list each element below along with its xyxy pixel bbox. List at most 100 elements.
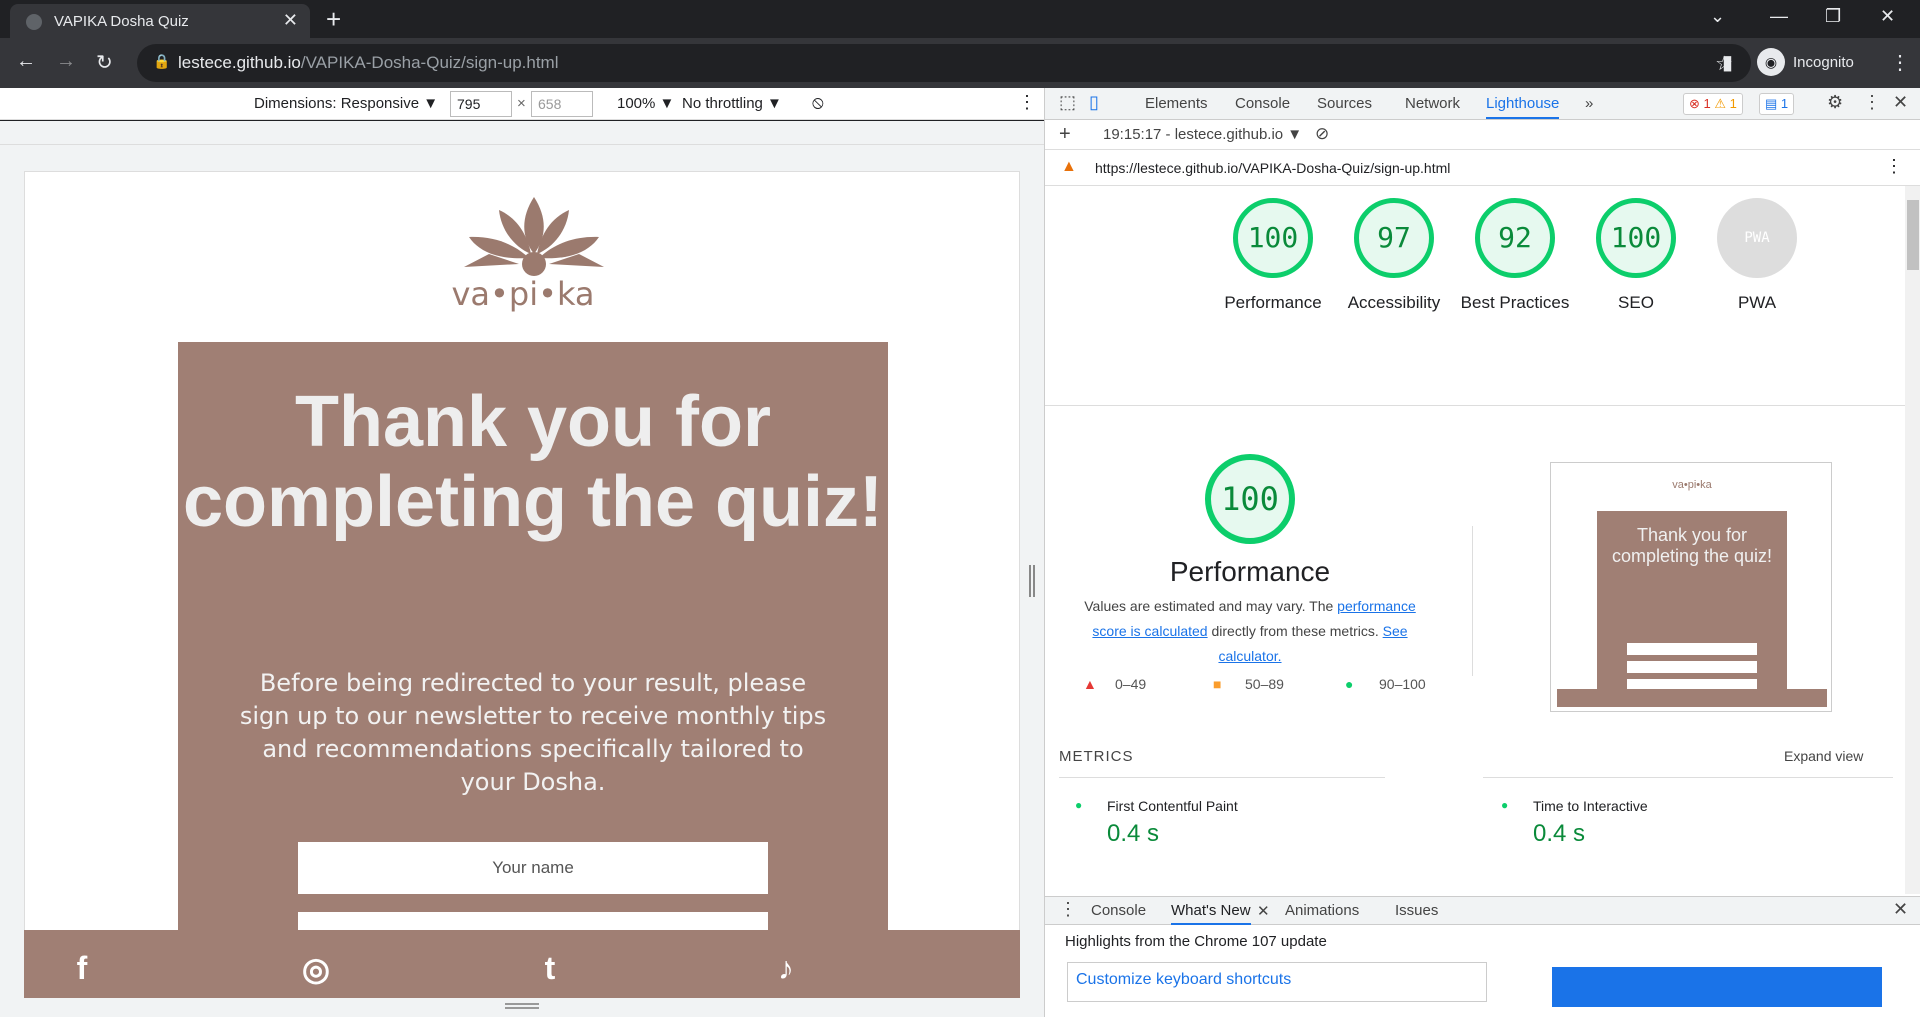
- more-tabs-icon[interactable]: »: [1585, 95, 1593, 112]
- thumb-card: Thank you for completing the quiz!: [1597, 511, 1787, 691]
- close-tab-icon[interactable]: ✕: [283, 10, 298, 31]
- pass-icon: ●: [1501, 798, 1509, 812]
- gauge-accessibility[interactable]: 97 Accessibility: [1334, 198, 1454, 315]
- divider: [1472, 526, 1473, 676]
- new-tab-icon[interactable]: +: [326, 4, 341, 35]
- browser-tab[interactable]: VAPIKA Dosha Quiz ✕: [10, 4, 310, 38]
- width-resize-handle[interactable]: [1029, 565, 1035, 597]
- url-path: /VAPIKA-Dosha-Quiz/sign-up.html: [300, 53, 559, 72]
- zoom-select[interactable]: 100% ▼: [617, 95, 674, 112]
- gauge-performance[interactable]: 100 Performance: [1213, 198, 1333, 315]
- metric-fcp-name: First Contentful Paint: [1107, 798, 1238, 814]
- devtools-tabbar: ⬚ ▯ Elements Console Sources Network Lig…: [1045, 88, 1920, 120]
- twitter-icon[interactable]: t: [532, 950, 568, 986]
- whats-new-banner[interactable]: [1552, 967, 1882, 1007]
- gauge-label: SEO: [1618, 293, 1654, 312]
- tab-network[interactable]: Network: [1405, 95, 1460, 112]
- close-drawer-icon[interactable]: ✕: [1893, 899, 1908, 920]
- back-icon[interactable]: ←: [16, 50, 36, 73]
- tab-title: VAPIKA Dosha Quiz: [54, 13, 189, 30]
- name-input[interactable]: Your name: [298, 842, 768, 894]
- drawer-tab-animations[interactable]: Animations: [1285, 902, 1359, 919]
- tab-lighthouse[interactable]: Lighthouse: [1486, 95, 1560, 119]
- message-badge[interactable]: ▤ 1: [1759, 93, 1795, 115]
- settings-icon[interactable]: ⚙: [1827, 92, 1843, 113]
- legend-fail: 0–49: [1115, 676, 1147, 692]
- devtools-menu-icon[interactable]: ⋮: [1863, 92, 1881, 113]
- devtools-panel: ⬚ ▯ Elements Console Sources Network Lig…: [1044, 88, 1920, 1017]
- side-panel-icon[interactable]: ▮: [1722, 50, 1733, 75]
- thumb-footer: [1557, 689, 1827, 707]
- facebook-icon[interactable]: f: [64, 950, 100, 986]
- close-tab-icon[interactable]: ✕: [1257, 902, 1270, 920]
- metrics-label: METRICS: [1059, 748, 1134, 765]
- device-more-icon[interactable]: ⋮: [1018, 92, 1036, 113]
- incognito-profile[interactable]: ◉ Incognito: [1757, 46, 1865, 80]
- thumb-heading: Thank you for completing the quiz!: [1611, 525, 1773, 566]
- inspect-icon[interactable]: ⬚: [1059, 92, 1076, 113]
- tab-console[interactable]: Console: [1235, 95, 1290, 112]
- tab-elements[interactable]: Elements: [1145, 95, 1208, 112]
- tab-search-icon[interactable]: ⌄: [1710, 6, 1725, 27]
- clear-icon[interactable]: ⊘: [1315, 124, 1329, 144]
- close-devtools-icon[interactable]: ✕: [1893, 92, 1908, 113]
- gauge-best-practices[interactable]: 92 Best Practices: [1455, 198, 1575, 315]
- drawer-tab-console[interactable]: Console: [1091, 902, 1146, 919]
- tab-strip: VAPIKA Dosha Quiz ✕ + ⌄ — ❐ ✕: [0, 0, 1920, 38]
- report-menu-icon[interactable]: ⋮: [1885, 156, 1903, 177]
- divider: [1059, 777, 1385, 778]
- gauge-seo[interactable]: 100 SEO: [1576, 198, 1696, 315]
- score-accessibility: 97: [1354, 198, 1434, 278]
- device-viewport: va•pi•ka Thank you for completing the qu…: [0, 145, 1044, 1017]
- report-url-bar: ▲ https://lestece.github.io/VAPIKA-Dosha…: [1045, 150, 1920, 186]
- height-input[interactable]: 658: [531, 91, 593, 117]
- drawer-tabbar: ⋮ Console What's New ✕ Animations Issues…: [1045, 897, 1920, 925]
- error-badge[interactable]: ⊗ 1 ⚠ 1: [1683, 93, 1743, 115]
- error-count: 1: [1703, 96, 1711, 111]
- logo-text: va•pi•ka: [451, 275, 595, 313]
- drawer-tab-whats-new[interactable]: What's New: [1171, 902, 1251, 925]
- score-performance: 100: [1233, 198, 1313, 278]
- dimensions-select[interactable]: Dimensions: Responsive ▼: [254, 95, 438, 112]
- minimize-icon[interactable]: —: [1770, 6, 1788, 27]
- report-scrollbar[interactable]: [1905, 186, 1920, 894]
- report-select[interactable]: 19:15:17 - lestece.github.io ▼: [1103, 126, 1302, 143]
- url-host: lestece.github.io: [178, 53, 301, 72]
- address-bar[interactable]: 🔒 lestece.github.io/VAPIKA-Dosha-Quiz/si…: [137, 44, 1751, 82]
- device-toggle-icon[interactable]: ▯: [1089, 92, 1099, 113]
- new-report-icon[interactable]: +: [1059, 123, 1071, 146]
- gauge-label: PWA: [1737, 293, 1777, 312]
- lighthouse-toolbar: + 19:15:17 - lestece.github.io ▼ ⊘: [1045, 120, 1920, 150]
- thumb-input: [1627, 661, 1757, 673]
- pass-icon: ●: [1075, 798, 1083, 812]
- instagram-icon[interactable]: ◎: [298, 950, 334, 987]
- drawer-tab-issues[interactable]: Issues: [1395, 902, 1438, 919]
- perf-desc-text: Values are estimated and may vary. The: [1084, 598, 1338, 614]
- customize-shortcuts-link[interactable]: Customize keyboard shortcuts: [1067, 962, 1487, 1002]
- thumb-logo: va•pi•ka: [1672, 479, 1712, 491]
- rotate-icon[interactable]: ⦸: [812, 92, 824, 113]
- scrollbar-thumb[interactable]: [1907, 200, 1919, 270]
- tiktok-icon[interactable]: ♪: [768, 950, 804, 986]
- menu-icon[interactable]: ⋮: [1890, 50, 1910, 75]
- forward-icon[interactable]: →: [56, 50, 76, 73]
- metric-fcp-value: 0.4 s: [1107, 820, 1160, 847]
- close-window-icon[interactable]: ✕: [1880, 6, 1895, 27]
- profile-label: Incognito: [1793, 54, 1854, 71]
- score-seo: 100: [1596, 198, 1676, 278]
- email-input[interactable]: [298, 912, 768, 930]
- lighthouse-icon: ▲: [1061, 158, 1077, 175]
- width-input[interactable]: 795: [450, 91, 512, 117]
- reload-icon[interactable]: ↻: [96, 50, 113, 75]
- tab-sources[interactable]: Sources: [1317, 95, 1372, 112]
- gauge-pwa[interactable]: PWA PWA: [1697, 198, 1817, 315]
- drawer-menu-icon[interactable]: ⋮: [1059, 899, 1077, 920]
- report-url[interactable]: https://lestece.github.io/VAPIKA-Dosha-Q…: [1095, 160, 1450, 176]
- resize-handle[interactable]: [505, 1003, 539, 1009]
- throttling-select[interactable]: No throttling ▼: [682, 95, 782, 112]
- final-screenshot[interactable]: va•pi•ka Thank you for completing the qu…: [1550, 462, 1832, 712]
- page-heading: Thank you for completing the quiz!: [183, 382, 883, 542]
- restore-icon[interactable]: ❐: [1825, 6, 1841, 27]
- expand-view-button[interactable]: Expand view: [1784, 748, 1863, 764]
- performance-title: Performance: [1169, 556, 1331, 587]
